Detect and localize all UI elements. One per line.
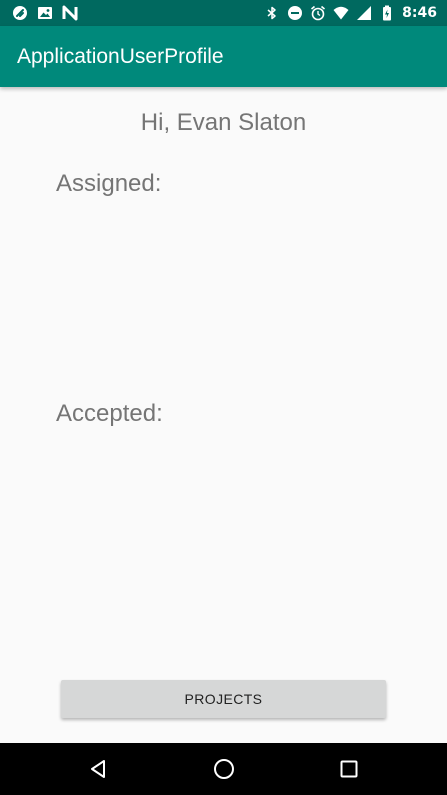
app-notification-icon [12,5,28,21]
app-title: ApplicationUserProfile [17,45,224,68]
image-notification-icon [37,5,53,21]
battery-icon [379,5,395,21]
assigned-label: Assigned: [56,170,162,197]
status-bar: 8:46 [0,0,447,26]
status-clock: 8:46 [402,5,437,21]
notification-icons [12,4,78,22]
navigation-bar [0,743,447,795]
accepted-label: Accepted: [56,400,163,427]
wifi-icon [333,5,349,21]
home-icon[interactable] [212,757,236,781]
recents-icon[interactable] [337,757,361,781]
signal-icon [356,5,372,21]
do-not-disturb-icon [287,5,303,21]
alarm-icon [310,5,326,21]
projects-button[interactable]: PROJECTS [61,680,386,718]
assigned-list [56,205,391,385]
bluetooth-icon [264,5,280,21]
back-icon[interactable] [86,757,110,781]
app-bar: ApplicationUserProfile [0,26,447,87]
n-notification-icon [62,5,78,21]
system-status-icons: 8:46 [264,4,437,22]
greeting-text: Hi, Evan Slaton [140,109,307,136]
accepted-list [56,435,391,660]
